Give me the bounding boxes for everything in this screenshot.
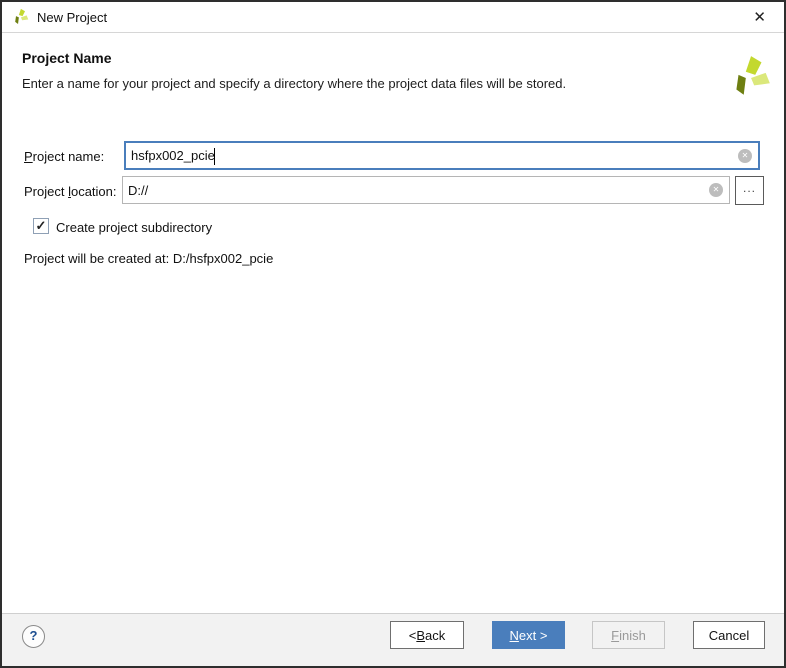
check-icon: ✓ [35, 217, 47, 233]
back-button[interactable]: < Back [390, 621, 464, 649]
xilinx-logo-icon [15, 8, 29, 24]
cancel-button[interactable]: Cancel [693, 621, 765, 649]
next-button[interactable]: Next > [492, 621, 565, 649]
finish-button: Finish [592, 621, 665, 649]
wizard-header: Project Name Enter a name for your proje… [2, 34, 784, 118]
subdirectory-checkbox[interactable]: ✓ [33, 218, 49, 234]
project-location-input[interactable] [123, 182, 709, 198]
created-at-text: Project will be created at: D:/hsfpx002_… [24, 251, 274, 266]
page-description: Enter a name for your project and specif… [22, 76, 567, 91]
xilinx-brand-logo-icon [736, 56, 770, 95]
help-button[interactable]: ? [22, 625, 45, 648]
window-title: New Project [37, 9, 108, 25]
page-title: Project Name [22, 50, 112, 66]
project-name-label: Project name: [24, 149, 105, 164]
project-location-field: ✕ [122, 176, 730, 204]
subdirectory-checkbox-label[interactable]: Create project subdirectory [56, 220, 212, 235]
browse-button[interactable]: ... [735, 176, 764, 205]
question-icon: ? [29, 628, 38, 643]
clear-icon[interactable]: ✕ [738, 148, 752, 163]
close-icon[interactable]: ✕ [749, 8, 770, 27]
new-project-dialog: New Project ✕ Project Name Enter a name … [0, 0, 786, 668]
project-location-label: Project location: [24, 184, 117, 199]
project-name-field: ✕ [124, 141, 760, 170]
clear-icon[interactable]: ✕ [709, 183, 723, 197]
project-name-input[interactable] [126, 148, 738, 163]
footer-bar: ? < Back Next > Finish Cancel [2, 613, 784, 666]
text-caret [214, 148, 215, 165]
title-bar: New Project ✕ [2, 2, 784, 33]
